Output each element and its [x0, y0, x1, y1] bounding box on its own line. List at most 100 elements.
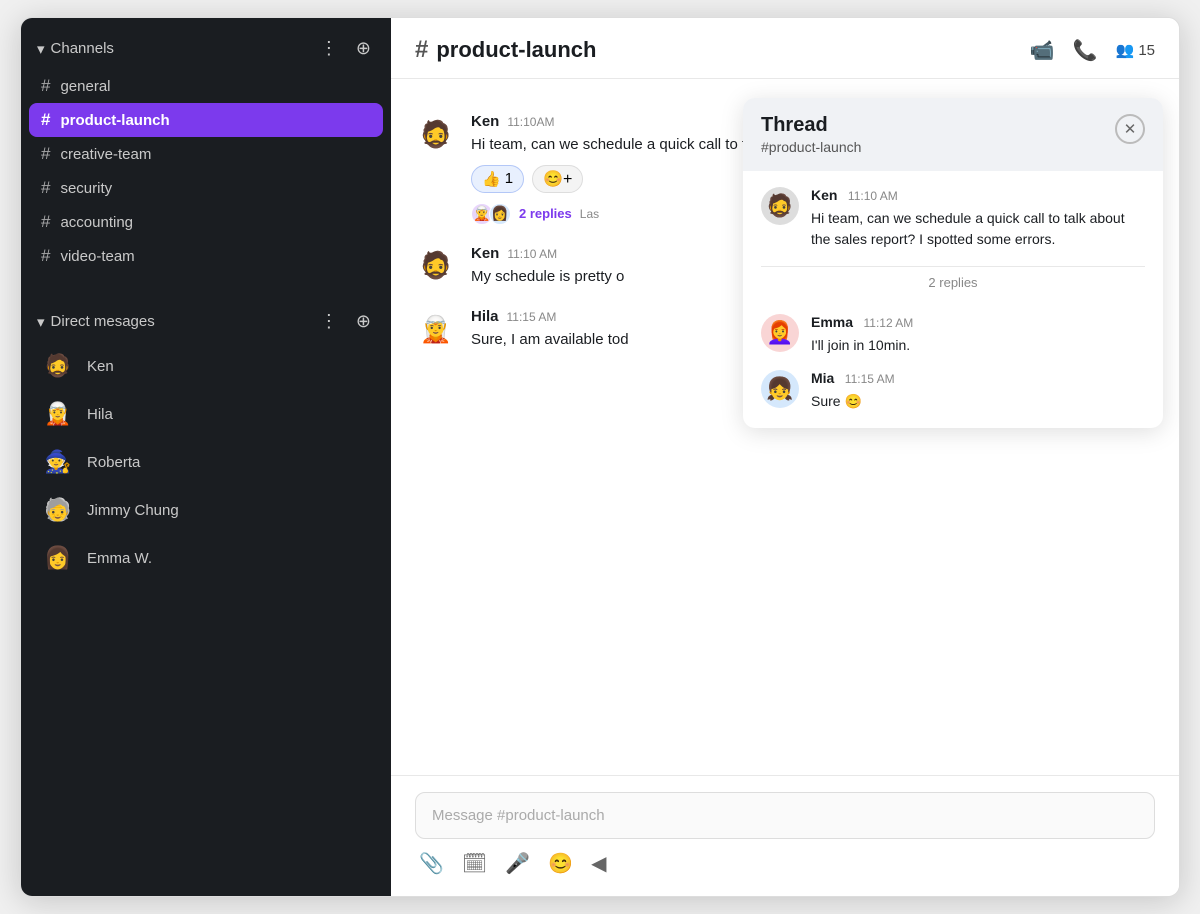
microphone-icon[interactable]: 🎤	[505, 851, 530, 876]
avatar: 🧔	[415, 113, 457, 155]
sidebar: ▾ Channels ⋮ ⊕ # general # product-launc…	[21, 18, 391, 896]
thread-channel: #product-launch	[761, 139, 861, 155]
dm-section-title[interactable]: ▾ Direct mesages	[37, 313, 155, 331]
channel-list: # general # product-launch # creative-te…	[21, 69, 391, 273]
members-icon: 👥	[1116, 41, 1135, 59]
dm-item-jimmy-chung[interactable]: 🧓 Jimmy Chung	[29, 486, 383, 534]
emoji-icon[interactable]: 😊	[548, 851, 573, 876]
hash-icon: #	[41, 76, 50, 96]
dm-section-header: ▾ Direct mesages ⋮ ⊕	[21, 291, 391, 342]
dm-list: 🧔 Ken 🧝 Hila 🧙 Roberta 🧓 Jimmy Chung 👩 E…	[21, 342, 391, 582]
message-sender: Ken	[471, 245, 499, 262]
member-count[interactable]: 👥 15	[1116, 41, 1155, 59]
phone-icon[interactable]: 📞	[1073, 38, 1098, 63]
thread-title: Thread	[761, 114, 861, 137]
channels-add-button[interactable]: ⊕	[352, 36, 375, 61]
sidebar-item-creative-team[interactable]: # creative-team	[29, 137, 383, 171]
message-sender: Hila	[471, 308, 499, 325]
thread-time: 11:12 AM	[863, 316, 913, 330]
thread-message-row: 👩‍🦰 Emma 11:12 AM I'll join in 10min.	[761, 314, 1145, 356]
thread-sender: Ken	[811, 187, 837, 203]
calendar-icon[interactable]: 🗓	[462, 851, 487, 876]
dm-name: Roberta	[87, 454, 140, 471]
thread-text: Sure 😊	[811, 391, 1145, 412]
thread-reply-count: 2 replies	[519, 206, 572, 221]
header-actions: 📹 📞 👥 15	[1030, 38, 1155, 63]
message-input-area: Message #product-launch 📎 🗓 🎤 😊 ◀	[391, 775, 1179, 896]
input-toolbar: 📎 🗓 🎤 😊 ◀	[415, 851, 1155, 876]
message-input[interactable]: Message #product-launch	[415, 792, 1155, 839]
channel-title: # product-launch	[415, 36, 596, 64]
avatar: 👩	[41, 541, 75, 575]
channels-more-button[interactable]: ⋮	[316, 36, 342, 61]
hash-icon: #	[41, 212, 50, 232]
more-icon[interactable]: ◀	[591, 851, 606, 876]
channel-name: general	[60, 78, 110, 95]
thread-last-text: Las	[580, 207, 599, 221]
dm-name: Emma W.	[87, 550, 152, 567]
thread-header: Thread #product-launch ✕	[743, 98, 1163, 171]
channel-name: product-launch	[60, 112, 169, 129]
hash-icon: #	[41, 246, 50, 266]
dm-item-ken[interactable]: 🧔 Ken	[29, 342, 383, 390]
dm-add-button[interactable]: ⊕	[352, 309, 375, 334]
thread-header-content: Thread #product-launch	[761, 114, 861, 155]
dm-chevron-icon: ▾	[37, 313, 45, 331]
thread-sender: Emma	[811, 314, 853, 330]
dm-item-hila[interactable]: 🧝 Hila	[29, 390, 383, 438]
main-chat: # product-launch 📹 📞 👥 15 🧔 Ken	[391, 18, 1179, 896]
dm-item-emma-w[interactable]: 👩 Emma W.	[29, 534, 383, 582]
member-count-number: 15	[1138, 42, 1155, 59]
thread-message-content: Ken 11:10 AM Hi team, can we schedule a …	[811, 187, 1145, 250]
dm-name: Hila	[87, 406, 113, 423]
avatar: 🧔	[761, 187, 799, 225]
video-icon[interactable]: 📹	[1030, 38, 1055, 63]
message-time: 11:10AM	[507, 115, 554, 129]
avatar: 🧙	[41, 445, 75, 479]
thread-message-content: Emma 11:12 AM I'll join in 10min.	[811, 314, 1145, 356]
channels-actions: ⋮ ⊕	[316, 36, 375, 61]
avatar: 👧	[761, 370, 799, 408]
sidebar-item-accounting[interactable]: # accounting	[29, 205, 383, 239]
thread-replies: 👩‍🦰 Emma 11:12 AM I'll join in 10min. 👧 …	[743, 298, 1163, 428]
channel-name: accounting	[60, 214, 133, 231]
hash-icon: #	[41, 110, 50, 130]
dm-actions: ⋮ ⊕	[316, 309, 375, 334]
reaction-emoji: 👍	[482, 170, 501, 188]
close-thread-button[interactable]: ✕	[1115, 114, 1145, 144]
thread-panel: Thread #product-launch ✕ 🧔 Ken 11:10 AM …	[743, 98, 1163, 428]
hash-icon: #	[41, 144, 50, 164]
channels-section-title[interactable]: ▾ Channels	[37, 40, 114, 58]
thread-sender: Mia	[811, 370, 834, 386]
channel-name: security	[60, 180, 112, 197]
dm-name: Ken	[87, 358, 114, 375]
dm-item-roberta[interactable]: 🧙 Roberta	[29, 438, 383, 486]
sidebar-item-product-launch[interactable]: # product-launch	[29, 103, 383, 137]
sidebar-item-video-team[interactable]: # video-team	[29, 239, 383, 273]
attachment-icon[interactable]: 📎	[419, 851, 444, 876]
thread-messages: 🧔 Ken 11:10 AM Hi team, can we schedule …	[743, 171, 1163, 266]
thread-avatars: 🧝 👩	[471, 203, 511, 225]
thread-time: 11:10 AM	[848, 189, 898, 203]
avatar: 🧝	[415, 308, 457, 350]
avatar: 🧓	[41, 493, 75, 527]
add-reaction-button[interactable]: 😊+	[532, 165, 583, 193]
dm-label: Direct mesages	[51, 313, 155, 330]
avatar: 🧔	[415, 245, 457, 287]
channel-name: creative-team	[60, 146, 151, 163]
chat-header: # product-launch 📹 📞 👥 15	[391, 18, 1179, 79]
message-time: 11:10 AM	[507, 247, 557, 261]
add-reaction-icon: 😊+	[543, 169, 572, 189]
dm-more-button[interactable]: ⋮	[316, 309, 342, 334]
sidebar-item-general[interactable]: # general	[29, 69, 383, 103]
thread-message-row: 🧔 Ken 11:10 AM Hi team, can we schedule …	[761, 187, 1145, 250]
channel-hash-icon: #	[415, 36, 428, 64]
hash-icon: #	[41, 178, 50, 198]
message-time: 11:15 AM	[507, 310, 557, 324]
channels-section-header: ▾ Channels ⋮ ⊕	[21, 18, 391, 69]
sidebar-item-security[interactable]: # security	[29, 171, 383, 205]
thread-time: 11:15 AM	[845, 372, 895, 386]
reaction-thumbsup[interactable]: 👍 1	[471, 165, 524, 193]
avatar: 🧝	[41, 397, 75, 431]
avatar: 👩‍🦰	[761, 314, 799, 352]
